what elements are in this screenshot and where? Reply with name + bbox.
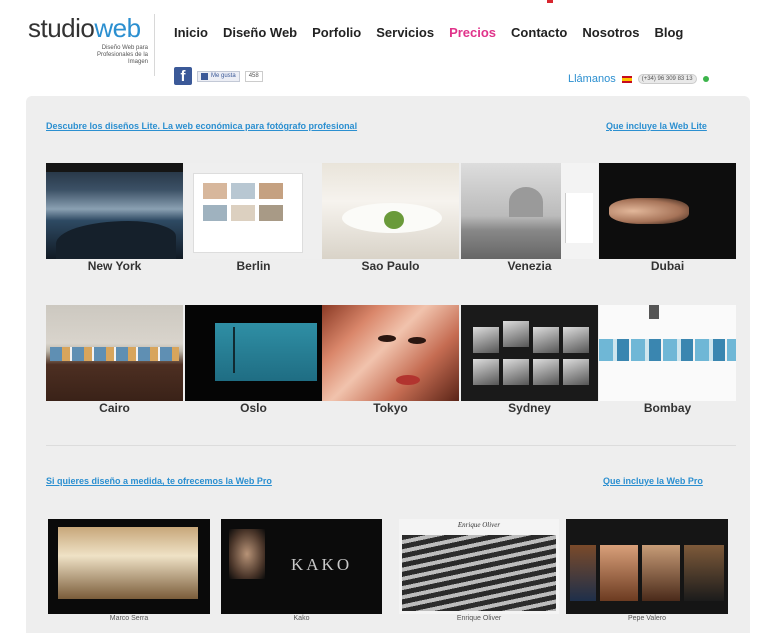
lite-intro-link[interactable]: Descubre los diseños Lite. La web económ… xyxy=(46,121,357,131)
thumb-photo-strip xyxy=(599,339,736,361)
thumb-photo xyxy=(642,545,680,601)
thumb-tab xyxy=(649,305,659,319)
pro-thumb-marco-serra[interactable] xyxy=(48,519,210,614)
call-label[interactable]: Llámanos xyxy=(568,73,616,85)
thumb-photo xyxy=(203,205,227,221)
logo-word-studio: studio xyxy=(28,13,95,43)
design-name-dubai[interactable]: Dubai xyxy=(599,259,736,273)
pro-name-kako[interactable]: Kako xyxy=(221,615,382,622)
thumb-photo xyxy=(503,321,529,347)
thumb-photo xyxy=(563,327,589,353)
kako-logo: KAKO xyxy=(291,555,353,574)
nav-contacto[interactable]: Contacto xyxy=(511,25,567,40)
design-thumb-cairo[interactable] xyxy=(46,305,183,401)
design-thumb-new-york[interactable] xyxy=(46,163,183,259)
thumb-photo xyxy=(600,545,638,601)
design-thumb-tokyo[interactable] xyxy=(322,305,459,401)
like-count: 458 xyxy=(244,70,263,82)
phone-number[interactable]: (+34) 96 309 83 13 xyxy=(637,74,697,84)
thumb-rock xyxy=(56,221,176,259)
design-name-sydney[interactable]: Sydney xyxy=(461,401,598,415)
thumb-photo xyxy=(402,535,556,611)
main-nav: Inicio Diseño Web Porfolio Servicios Pre… xyxy=(174,25,698,40)
logo-tagline: Diseño Web para Profesionales de la Imag… xyxy=(96,45,148,65)
thumb-photo xyxy=(533,327,559,353)
design-name-bombay[interactable]: Bombay xyxy=(599,401,736,415)
section-divider xyxy=(46,445,736,446)
thumb-stem xyxy=(233,327,235,373)
facebook-small-icon xyxy=(201,72,208,80)
pro-name-enrique-oliver[interactable]: Enrique Oliver xyxy=(399,615,559,622)
thumb-eye xyxy=(378,335,396,342)
thumb-sidebar xyxy=(565,193,593,243)
social-bar: f Me gusta 458 xyxy=(174,67,263,85)
nav-nosotros[interactable]: Nosotros xyxy=(582,25,639,40)
facebook-like-button[interactable]: Me gusta xyxy=(197,70,240,82)
thumb-photo xyxy=(231,205,255,221)
thumb-top-bar xyxy=(46,163,183,172)
nav-inicio[interactable]: Inicio xyxy=(174,25,208,40)
design-thumb-sydney[interactable] xyxy=(461,305,598,401)
design-name-oslo[interactable]: Oslo xyxy=(185,401,322,415)
lite-includes-link[interactable]: Que incluye la Web Lite xyxy=(606,121,707,131)
thumb-photo xyxy=(215,323,317,381)
logo-word-web: web xyxy=(94,13,141,43)
design-thumb-sao-paulo[interactable] xyxy=(322,163,459,259)
pro-intro-link[interactable]: Si quieres diseño a medida, te ofrecemos… xyxy=(46,476,272,486)
logo-wordmark: studioweb xyxy=(28,15,141,41)
nav-diseno-web[interactable]: Diseño Web xyxy=(223,25,297,40)
thumb-photo xyxy=(473,327,499,353)
enrique-signature: Enrique Oliver xyxy=(457,521,501,529)
thumb-eye xyxy=(408,337,426,344)
nav-blog[interactable]: Blog xyxy=(654,25,683,40)
nav-porfolio[interactable]: Porfolio xyxy=(312,25,361,40)
thumb-photo xyxy=(58,527,198,599)
facebook-icon[interactable]: f xyxy=(174,67,192,85)
design-name-sao-paulo[interactable]: Sao Paulo xyxy=(322,259,459,273)
design-thumb-berlin[interactable] xyxy=(185,163,322,259)
thumb-photo xyxy=(563,359,589,385)
pro-includes-link[interactable]: Que incluye la Web Pro xyxy=(603,476,703,486)
thumb-photo xyxy=(684,545,724,601)
thumb-dome xyxy=(509,187,543,217)
thumb-photo xyxy=(203,183,227,199)
like-label: Me gusta xyxy=(211,73,236,79)
pro-thumb-kako[interactable]: KAKO xyxy=(221,519,382,614)
design-thumb-dubai[interactable] xyxy=(599,163,736,259)
design-thumb-venezia[interactable] xyxy=(461,163,598,259)
site-logo[interactable]: studioweb Diseño Web para Profesionales … xyxy=(28,15,148,65)
design-name-cairo[interactable]: Cairo xyxy=(46,401,183,415)
thumb-photo xyxy=(533,359,559,385)
online-dot-icon xyxy=(702,76,709,82)
spain-flag-icon xyxy=(621,75,632,83)
thumb-photo xyxy=(259,205,283,221)
design-name-tokyo[interactable]: Tokyo xyxy=(322,401,459,415)
pro-thumb-enrique-oliver[interactable]: Enrique Oliver xyxy=(399,519,559,614)
design-thumb-oslo[interactable] xyxy=(185,305,322,401)
thumb-photo xyxy=(570,545,596,601)
thumb-face xyxy=(229,529,265,579)
thumb-lips xyxy=(396,375,420,385)
design-name-new-york[interactable]: New York xyxy=(46,259,183,273)
nav-servicios[interactable]: Servicios xyxy=(376,25,434,40)
header-divider xyxy=(154,14,155,76)
accent-mark xyxy=(547,0,553,3)
design-name-berlin[interactable]: Berlin xyxy=(185,259,322,273)
thumb-photo-strip xyxy=(50,347,179,361)
pro-thumb-pepe-valero[interactable] xyxy=(566,519,728,614)
thumb-photo xyxy=(259,183,283,199)
design-name-venezia[interactable]: Venezia xyxy=(461,259,598,273)
design-thumb-bombay[interactable] xyxy=(599,305,736,401)
thumb-flowers xyxy=(384,211,404,229)
thumb-photo xyxy=(231,183,255,199)
top-accent-bar xyxy=(380,0,748,3)
call-us: Llámanos (+34) 96 309 83 13 xyxy=(568,73,709,85)
thumb-photo xyxy=(503,359,529,385)
pro-name-pepe-valero[interactable]: Pepe Valero xyxy=(566,615,728,622)
thumb-photo xyxy=(473,359,499,385)
nav-precios[interactable]: Precios xyxy=(449,25,496,40)
pro-name-marco-serra[interactable]: Marco Serra xyxy=(48,615,210,622)
thumb-face xyxy=(609,198,689,224)
